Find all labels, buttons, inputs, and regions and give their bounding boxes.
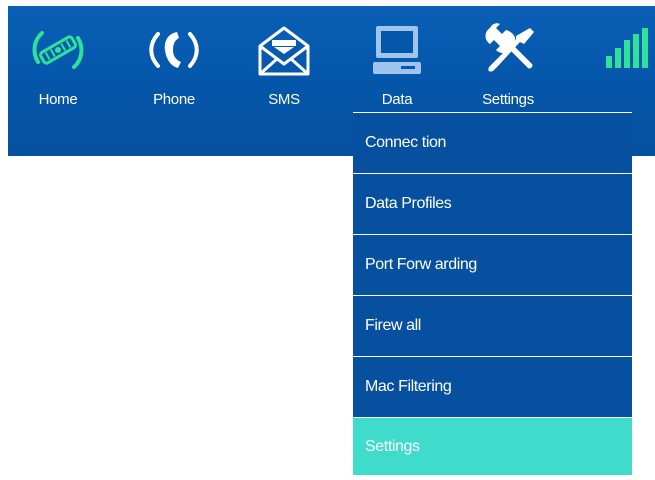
data-dropdown-menu: Connec tion Data Profiles Port Forw ardi… (353, 112, 632, 475)
nav-home[interactable]: Home (8, 12, 108, 116)
phone-icon (149, 32, 199, 68)
signal-strength-icon (606, 28, 648, 68)
nav-settings-label: Settings (482, 91, 534, 108)
tools-icon (485, 23, 534, 72)
nav-data-label: Data (381, 91, 413, 108)
nav-home-label: Home (38, 91, 78, 108)
menu-item-settings[interactable]: Settings (353, 418, 632, 475)
menu-item-mac-filtering[interactable]: Mac Filtering (353, 357, 632, 418)
menu-item-port-forwarding[interactable]: Port Forw arding (353, 235, 632, 296)
nav-data[interactable]: Data (347, 12, 447, 116)
computer-icon (373, 26, 421, 74)
nav-sms[interactable]: SMS (234, 12, 334, 116)
menu-item-connection[interactable]: Connec tion (353, 113, 632, 174)
nav-sms-label: SMS (268, 91, 300, 108)
envelope-icon (258, 26, 310, 76)
nav-settings[interactable]: Settings (458, 12, 558, 116)
menu-item-data-profiles[interactable]: Data Profiles (353, 174, 632, 235)
nav-phone-label: Phone (153, 91, 195, 108)
menu-item-firewall[interactable]: Firew all (353, 296, 632, 357)
nav-phone[interactable]: Phone (124, 12, 224, 116)
satellite-icon (32, 31, 84, 69)
